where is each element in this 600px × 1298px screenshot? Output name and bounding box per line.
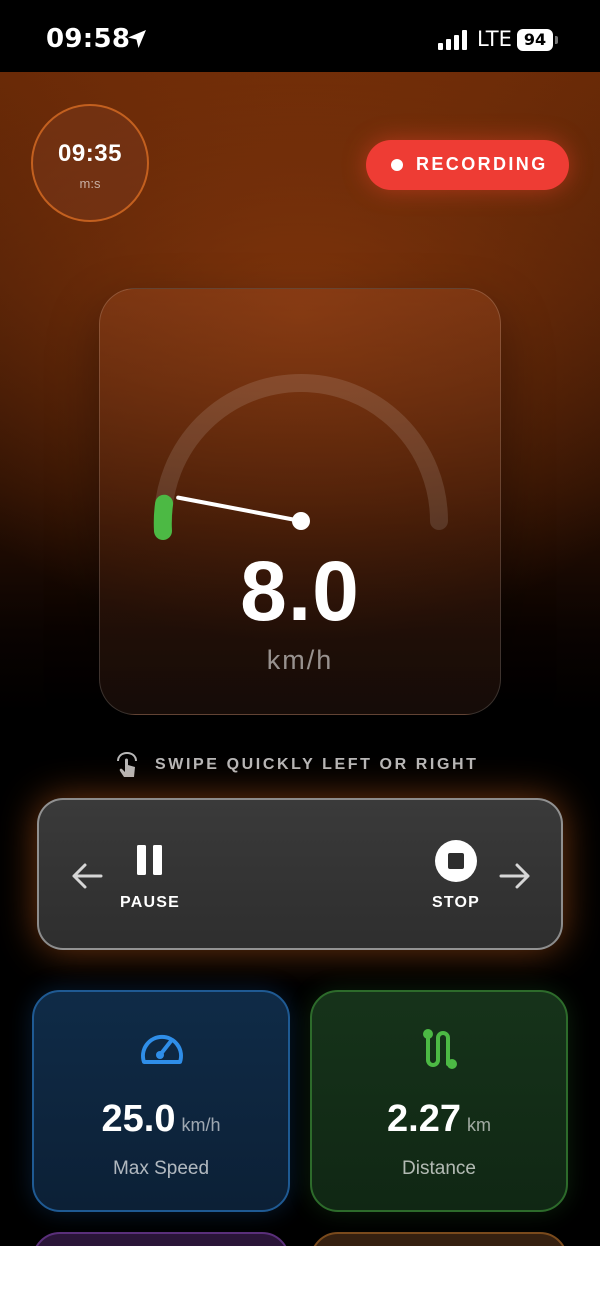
battery-level: 94 [517,29,553,51]
pause-button[interactable]: PAUSE [113,840,187,918]
recording-badge[interactable]: RECORDING [366,140,569,190]
gauge-track [154,374,448,530]
timer-value: 09:35 [58,140,122,167]
stop-button[interactable]: STOP [424,840,488,918]
route-icon [423,1029,457,1069]
network-type: LTE [477,27,512,51]
stop-icon [435,840,477,882]
max-speed-value-row: 25.0 km/h [34,1098,288,1141]
distance-label: Distance [402,1158,476,1179]
elapsed-timer: 09:35 m:s [31,104,149,222]
battery-icon [555,36,558,44]
max-speed-card: 25.0 km/h Max Speed [32,990,290,1212]
gauge-pivot [292,512,310,530]
swipe-hint: SWIPE QUICKLY LEFT OR RIGHT [0,752,600,782]
status-time: 09:58 [46,24,131,54]
arrow-right-icon[interactable] [499,862,531,890]
distance-value-row: 2.27 km [312,1098,566,1141]
current-speed-value: 8.0 [240,544,360,638]
distance-card: 2.27 km Distance [310,990,568,1212]
pause-icon [137,845,162,875]
speedometer-card: 8.0 km/h [99,288,501,715]
stop-label: STOP [431,894,481,911]
gauge-needle [176,495,303,523]
status-bar: 09:58 LTE 94 [0,0,600,72]
app-screen: 09:58 LTE 94 09:35 m:s RECORDING 8.0 km/… [0,0,600,1298]
gauge-speed-indicator [153,494,174,540]
pause-label: PAUSE [120,894,180,911]
max-speed-unit: km/h [181,1115,221,1135]
recording-dot-icon [391,159,403,171]
arrow-left-icon[interactable] [71,862,103,890]
speedometer-icon [141,1034,183,1064]
distance-unit: km [466,1115,491,1135]
swipe-hint-text: SWIPE QUICKLY LEFT OR RIGHT [155,756,479,773]
recording-label: RECORDING [416,154,548,174]
max-speed-value: 25.0 [101,1098,176,1140]
timer-unit: m:s [79,176,101,191]
hand-tap-icon [117,752,137,777]
distance-value: 2.27 [387,1098,461,1140]
max-speed-label: Max Speed [112,1158,210,1179]
location-arrow-icon [128,30,146,48]
current-speed-unit: km/h [266,645,334,675]
tracking-view: 09:35 m:s RECORDING 8.0 km/h SWIPE QUICK… [0,72,600,1292]
bottom-edge [0,1246,600,1298]
swipe-control-panel[interactable]: PAUSE STOP [37,798,563,950]
cellular-signal-icon [438,30,467,50]
